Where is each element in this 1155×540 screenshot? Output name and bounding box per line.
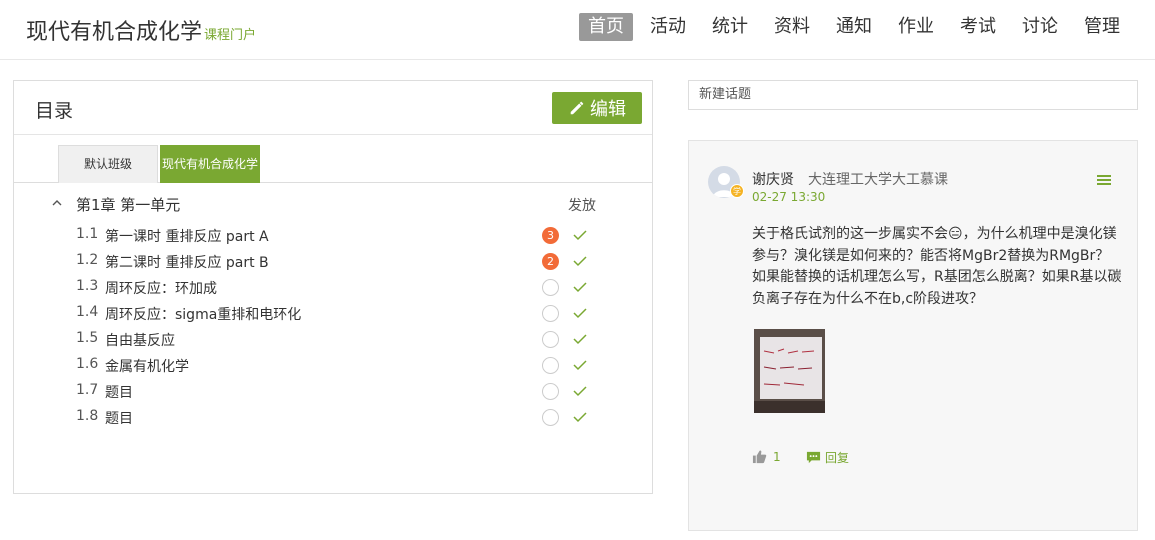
tab-course-class[interactable]: 现代有机合成化学 [160,145,260,183]
edit-button[interactable]: 编辑 [552,92,642,124]
lesson-row[interactable]: 1.1 第一课时 重排反应 part A 3 [14,223,652,249]
like-count: 1 [773,449,781,464]
post-school: 大连理工大学大工慕课 [808,172,948,188]
lesson-title[interactable]: 金属有机化学 [105,356,189,376]
menu-icon[interactable] [1096,173,1112,187]
empty-status-icon [542,305,559,322]
task-count-badge: 3 [542,227,559,244]
nav-item-home[interactable]: 首页 [579,13,633,41]
release-column-label: 发放 [568,198,596,214]
lesson-number: 1.3 [76,278,99,294]
post-body: 关于格氏试剂的这一步属实不会😑，为什么机理中是溴化镁参与？溴化镁是如何来的？能否… [752,226,1122,307]
post-time: 02-27 13:30 [752,190,826,204]
empty-status-icon [542,331,559,348]
check-icon[interactable] [572,332,588,346]
reply-label: 回复 [825,451,850,465]
new-topic-input[interactable]: 新建话题 [688,80,1138,110]
empty-status-icon [542,383,559,400]
lesson-number: 1.8 [76,408,99,424]
lesson-number: 1.2 [76,252,99,268]
lesson-row[interactable]: 1.4 周环反应：sigma重排和电环化 [14,301,652,327]
lesson-number: 1.7 [76,382,99,398]
lesson-number: 1.4 [76,304,99,320]
edit-button-label: 编辑 [590,99,626,120]
check-icon[interactable] [572,254,588,268]
lesson-number: 1.6 [76,356,99,372]
lesson-row[interactable]: 1.3 周环反应：环加成 [14,275,652,301]
course-logo[interactable]: 现代有机合成化学 课程门户 [26,14,256,46]
lesson-row[interactable]: 1.7 题目 [14,379,652,405]
tab-default-class[interactable]: 默认班级 [58,145,158,183]
lesson-title[interactable]: 周环反应：sigma重排和电环化 [105,304,301,324]
course-title: 现代有机合成化学 [26,20,203,45]
chevron-up-icon[interactable] [50,196,64,210]
nav-item-statistics[interactable]: 统计 [703,13,757,41]
student-role-badge: 学 [730,184,744,198]
class-tabs: 默认班级 现代有机合成化学 [14,135,652,183]
lesson-title[interactable]: 周环反应：环加成 [105,278,217,298]
nav-item-exams[interactable]: 考试 [951,13,1005,41]
nav-item-homework[interactable]: 作业 [889,13,943,41]
check-icon[interactable] [572,358,588,372]
check-icon[interactable] [572,410,588,424]
thumbs-up-icon [752,450,767,464]
check-icon[interactable] [572,384,588,398]
catalog-header: 目录 编辑 [14,81,652,135]
top-header: 现代有机合成化学 课程门户 首页 活动 统计 资料 通知 作业 考试 讨论 管理 [0,0,1155,60]
lesson-row[interactable]: 1.5 自由基反应 [14,327,652,353]
pencil-icon [570,101,584,115]
catalog-panel: 目录 编辑 默认班级 现代有机合成化学 第1章 第一单元 发放 1.1 第一课时… [13,80,653,494]
lesson-title[interactable]: 题目 [105,382,133,402]
lesson-row[interactable]: 1.6 金属有机化学 [14,353,652,379]
nav-item-manage[interactable]: 管理 [1075,13,1129,41]
lesson-row[interactable]: 1.2 第二课时 重排反应 part B 2 [14,249,652,275]
nav-item-discussion[interactable]: 讨论 [1013,13,1067,41]
nav-item-activities[interactable]: 活动 [641,13,695,41]
empty-status-icon [542,409,559,426]
catalog-title: 目录 [35,100,74,122]
comment-icon [806,451,821,464]
empty-status-icon [542,357,559,374]
lesson-title[interactable]: 第二课时 重排反应 part B [105,252,269,272]
check-icon[interactable] [572,228,588,242]
lesson-number: 1.1 [76,226,99,242]
check-icon[interactable] [572,280,588,294]
like-button[interactable]: 1 [752,449,781,464]
empty-status-icon [542,279,559,296]
lesson-row[interactable]: 1.8 题目 [14,405,652,431]
reply-button[interactable]: 回复 [806,449,849,466]
nav-item-notices[interactable]: 通知 [827,13,881,41]
whiteboard-photo-icon [754,329,825,413]
chapter-row[interactable]: 第1章 第一单元 发放 [14,183,652,223]
lesson-title[interactable]: 第一课时 重排反应 part A [105,226,269,246]
lesson-number: 1.5 [76,330,99,346]
main-nav: 首页 活动 统计 资料 通知 作业 考试 讨论 管理 [571,13,1129,41]
lesson-title[interactable]: 自由基反应 [105,330,175,350]
task-count-badge: 2 [542,253,559,270]
nav-item-materials[interactable]: 资料 [765,13,819,41]
course-portal-label: 课程门户 [204,28,257,43]
chapter-title: 第1章 第一单元 [76,196,181,214]
lesson-title[interactable]: 题目 [105,408,133,428]
post-image[interactable] [754,329,825,413]
check-icon[interactable] [572,306,588,320]
post-author[interactable]: 谢庆贤 [752,169,794,189]
discussion-post: 学 谢庆贤 大连理工大学大工慕课 02-27 13:30 关于格氏试剂的这一步属… [688,140,1138,531]
